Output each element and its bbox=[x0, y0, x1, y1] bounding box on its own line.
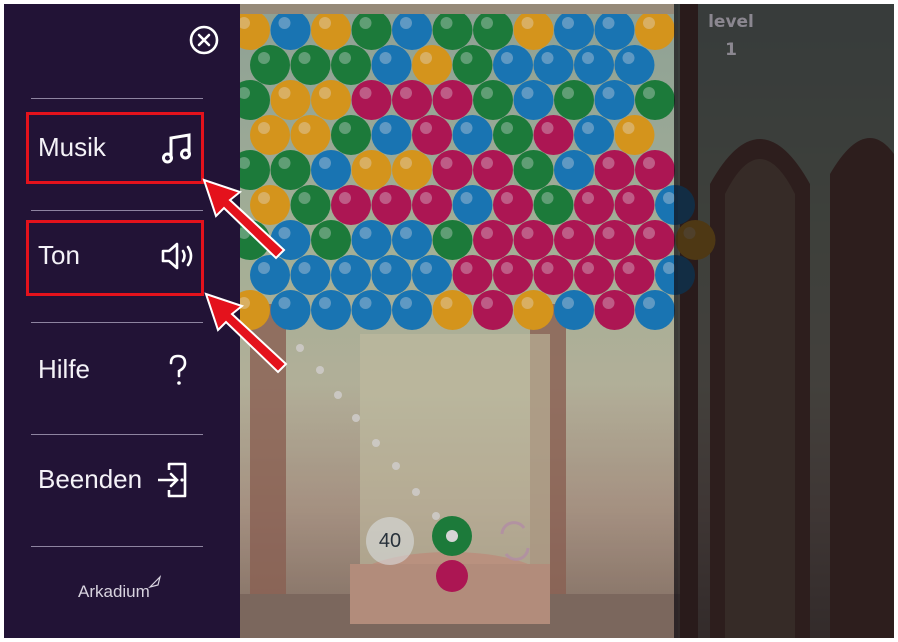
menu-item-exit[interactable]: Beenden bbox=[26, 444, 204, 516]
sound-highlight-box bbox=[26, 220, 204, 296]
menu-divider bbox=[31, 434, 203, 435]
menu-divider bbox=[31, 98, 203, 99]
game-window: level 1 40 Musik Ton Hilfe Beenden Arkad… bbox=[4, 4, 894, 638]
shots-remaining-counter: 40 bbox=[366, 517, 414, 565]
side-panel-overlay bbox=[674, 4, 894, 638]
music-highlight-box bbox=[26, 112, 204, 184]
menu-item-help[interactable]: Hilfe bbox=[26, 334, 204, 406]
question-icon bbox=[169, 354, 187, 385]
menu-divider bbox=[31, 546, 203, 547]
exit-icon bbox=[158, 462, 187, 498]
menu-divider bbox=[31, 210, 203, 211]
settings-menu: Musik Ton Hilfe Beenden Arkadium bbox=[4, 4, 240, 638]
arkadium-logo: Arkadium bbox=[78, 582, 150, 601]
menu-divider bbox=[31, 322, 203, 323]
scene-dim-overlay bbox=[240, 4, 678, 638]
arkadium-logo-mark bbox=[148, 575, 162, 589]
menu-item-help-label: Hilfe bbox=[38, 354, 91, 384]
close-icon[interactable] bbox=[188, 24, 220, 56]
menu-item-exit-label: Beenden bbox=[38, 464, 143, 494]
level-label: level bbox=[708, 12, 754, 32]
level-value: 1 bbox=[725, 40, 737, 60]
